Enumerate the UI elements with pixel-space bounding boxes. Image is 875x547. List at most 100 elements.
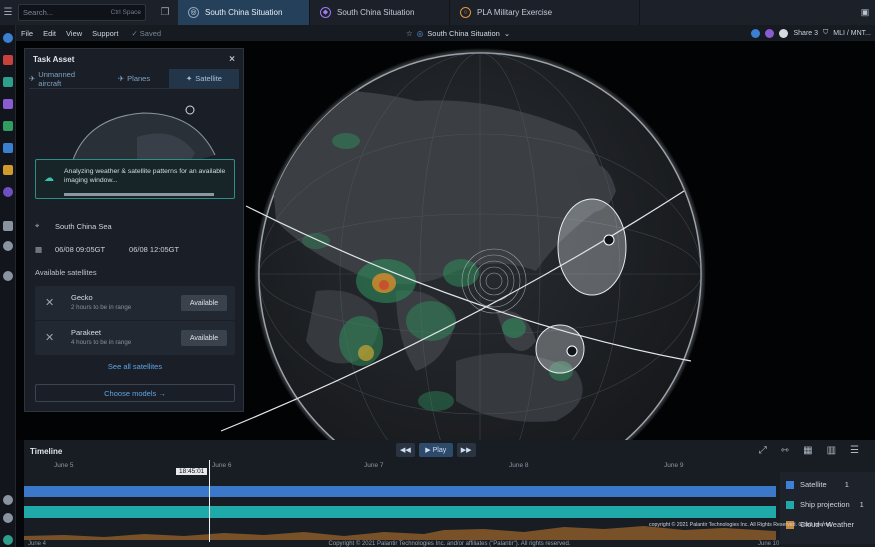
analysis-notice: ☁ Analyzing weather & satellite patterns… xyxy=(35,159,235,199)
ship-track[interactable] xyxy=(24,506,776,518)
forward-button[interactable]: ▶▶ xyxy=(456,443,476,457)
document-title[interactable]: ☆ ◎ South China Situation ⌄ xyxy=(406,29,510,38)
satellite-icon[interactable] xyxy=(603,234,615,246)
satellite-icon: ✕ xyxy=(45,297,55,309)
expand-icon[interactable]: ⤢ xyxy=(759,445,767,456)
help-icon[interactable] xyxy=(3,495,13,505)
flow-icon[interactable] xyxy=(3,143,13,153)
object-icon[interactable] xyxy=(3,187,13,197)
rewind-button[interactable]: ◀◀ xyxy=(396,443,415,457)
fit-icon[interactable]: ⇿ xyxy=(781,445,789,456)
tab-label: PLA Military Exercise xyxy=(477,8,553,17)
end-time[interactable]: 06/08 12:05GT xyxy=(129,245,179,254)
share-button[interactable]: Share 3 xyxy=(793,30,818,37)
avatar[interactable] xyxy=(779,28,789,38)
menu-file[interactable]: File xyxy=(16,29,38,38)
timeline-title: Timeline xyxy=(30,447,63,456)
drone-icon: ✈ xyxy=(29,74,36,83)
legend-value: 1 xyxy=(859,500,864,509)
legend-item[interactable]: Satellite 1 xyxy=(786,480,849,489)
satellite-icon: ✕ xyxy=(45,332,55,344)
menu-right: Share 3 ⛉ MLI / MNT... xyxy=(751,28,871,38)
satellite-track[interactable] xyxy=(24,486,776,497)
calendar-icon: ▦ xyxy=(35,245,43,254)
tab-unmanned-aircraft[interactable]: ✈ Unmanned aircraft xyxy=(29,69,99,88)
avatar[interactable] xyxy=(765,28,775,38)
play-button[interactable]: ▶ Play xyxy=(418,443,453,457)
legend-swatch xyxy=(786,480,794,489)
tab-south-china-situation[interactable]: ◆ South China Situation xyxy=(310,0,450,25)
location-row[interactable]: ⌖ South China Sea xyxy=(35,221,112,231)
layout-icon[interactable]: ▥ xyxy=(827,445,836,456)
camera-icon[interactable] xyxy=(3,271,13,281)
share-icon[interactable] xyxy=(3,165,13,175)
tabs-overview-icon[interactable]: ❐ xyxy=(152,0,178,25)
notifications-icon[interactable]: ▣ xyxy=(855,0,875,25)
status-icon[interactable] xyxy=(3,535,13,545)
star-icon[interactable]: ☆ xyxy=(406,29,413,38)
date-label: June 9 xyxy=(664,462,684,469)
legend-value: 1 xyxy=(844,480,849,489)
search-doc-icon: ○ xyxy=(460,7,471,18)
legend-item[interactable]: Ship projection 1 xyxy=(786,500,864,509)
choose-models-button[interactable]: Choose models → xyxy=(35,384,235,402)
start-time[interactable]: 06/08 09:05GT xyxy=(55,245,105,254)
timeline-cursor[interactable] xyxy=(209,460,210,542)
add-icon[interactable] xyxy=(3,241,13,251)
map-credit: copyright © 2021 Palantir Technologies I… xyxy=(649,522,833,528)
date-label: June 8 xyxy=(509,462,529,469)
date-label: June 6 xyxy=(212,462,232,469)
menu-support[interactable]: Support xyxy=(87,29,123,38)
asset-type-tabs: ✈ Unmanned aircraft ✈ Planes ✦ Satellite xyxy=(29,69,239,89)
video-icon[interactable] xyxy=(3,55,13,65)
search-shortcut: Ctrl Space xyxy=(110,9,141,16)
app-menu-icon[interactable]: ☰ xyxy=(0,0,16,25)
avatar[interactable] xyxy=(751,28,761,38)
menu-edit[interactable]: Edit xyxy=(38,29,61,38)
available-button[interactable]: Available xyxy=(181,295,227,311)
notice-progress xyxy=(64,193,214,196)
date-label: June 5 xyxy=(54,462,74,469)
notice-text: Analyzing weather & satellite patterns f… xyxy=(64,168,226,184)
user-icon[interactable] xyxy=(3,513,13,523)
home-icon[interactable] xyxy=(3,33,13,43)
satellite-item-gecko[interactable]: ✕ Gecko 2 hours to be in range Available xyxy=(35,286,235,320)
folder-icon[interactable] xyxy=(3,221,13,231)
pen-icon[interactable] xyxy=(3,99,13,109)
menu-view[interactable]: View xyxy=(61,29,87,38)
tab-satellite[interactable]: ✦ Satellite xyxy=(169,69,239,88)
satellite-tab-icon: ✦ xyxy=(186,74,193,83)
time-row[interactable]: ▦ 06/08 09:05GT 06/08 12:05GT xyxy=(35,245,179,254)
satellite-coverage-1[interactable] xyxy=(557,198,627,296)
search-input[interactable]: Search... Ctrl Space xyxy=(18,4,146,21)
tab-planes[interactable]: ✈ Planes xyxy=(99,69,169,88)
date-label: June 7 xyxy=(364,462,384,469)
close-icon[interactable]: × xyxy=(229,54,235,65)
timeline-dates: June 5 June 6 June 7 June 8 June 9 18:45… xyxy=(24,460,784,475)
tab-pla-military-exercise[interactable]: ○ PLA Military Exercise xyxy=(450,0,640,25)
grid-icon[interactable]: ▦ xyxy=(803,445,812,456)
copyright-footer: Copyright © 2021 Palantir Technologies I… xyxy=(328,541,571,547)
available-satellites-label: Available satellites xyxy=(35,268,97,277)
available-button[interactable]: Available xyxy=(181,330,227,346)
satellite-desc: 2 hours to be in range xyxy=(71,304,132,311)
see-all-satellites-link[interactable]: See all satellites xyxy=(25,362,245,371)
timeline-legend: Satellite 1 Ship projection 1 Cloud / We… xyxy=(780,472,875,544)
globe-icon: ◎ xyxy=(416,28,424,38)
tab-label: South China Situation xyxy=(205,8,283,17)
app-root: ☰ Search... Ctrl Space ❐ ◎ South China S… xyxy=(0,0,875,547)
satellite-item-parakeet[interactable]: ✕ Parakeet 4 hours to be in range Availa… xyxy=(35,321,235,355)
tab-south-china-situation-active[interactable]: ◎ South China Situation xyxy=(178,0,310,25)
table-icon[interactable] xyxy=(3,121,13,131)
plane-icon: ✈ xyxy=(117,74,125,83)
legend-swatch xyxy=(786,500,794,509)
chevron-down-icon: ⌄ xyxy=(503,28,511,38)
menu-bar: File Edit View Support ✓ Saved ☆ ◎ South… xyxy=(16,25,875,41)
legend-label: Ship projection xyxy=(800,500,850,509)
classification-badge[interactable]: MLI / MNT... xyxy=(833,30,871,37)
target-icon: ⌖ xyxy=(35,221,40,230)
settings-icon[interactable]: ☰ xyxy=(850,445,859,456)
document-title-label: South China Situation xyxy=(427,28,500,38)
satellite-icon[interactable] xyxy=(566,345,578,357)
layers-icon[interactable] xyxy=(3,77,13,87)
